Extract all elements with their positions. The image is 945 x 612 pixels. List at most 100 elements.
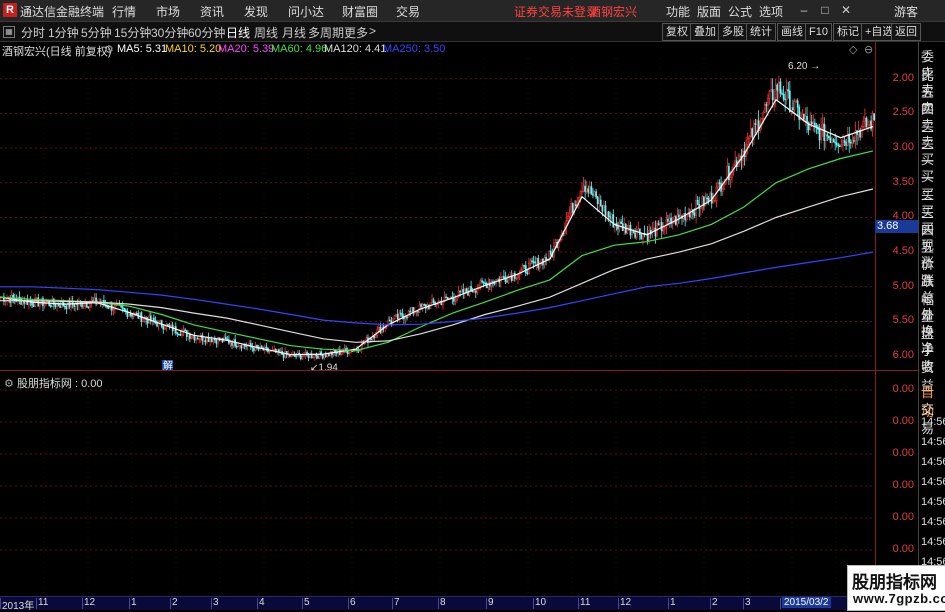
tool-adjust[interactable]: 复权 (662, 23, 692, 41)
pane-divider (0, 370, 918, 371)
period-5min[interactable]: 5分钟 (81, 24, 112, 41)
settings-icon[interactable]: ⚙ (104, 43, 114, 56)
maximize-icon[interactable]: □ (817, 2, 833, 18)
tool-multi-stock[interactable]: 多股 (718, 23, 748, 41)
menu-wealth[interactable]: 财富圈 (342, 3, 378, 20)
menu-news[interactable]: 资讯 (200, 3, 224, 20)
chevron-right-icon[interactable]: > (369, 24, 376, 38)
date-axis-bar[interactable]: 2013年 11 12 1 2 3 4 5 6 7 8 9 10 11 12 1 2 3 2015/03/2 (0, 596, 945, 612)
candle-body (421, 304, 424, 307)
menu-assistant[interactable]: 问小达 (288, 3, 324, 20)
menu-layout[interactable]: 版面 (697, 3, 721, 20)
low-price-label: ↙1.94 (310, 362, 338, 370)
menu-trade[interactable]: 交易 (396, 3, 420, 20)
candle-body (781, 92, 783, 95)
grid-icon[interactable]: ▦ (3, 26, 15, 38)
candle-body (606, 211, 608, 216)
candle-body (706, 197, 708, 200)
date-tick: 2015/03/2 (782, 597, 831, 608)
menu-discover[interactable]: 发现 (244, 3, 268, 20)
period-more[interactable]: 更多 (344, 24, 368, 41)
candle-body (804, 115, 807, 120)
candle-body (313, 354, 316, 358)
candle-body (418, 304, 421, 313)
candle-body (867, 124, 869, 128)
trade-login-status[interactable]: 证券交易未登录 (514, 3, 598, 20)
date-separator (211, 598, 212, 609)
zoom-out-icon[interactable]: ⊖ (864, 43, 873, 56)
candle-body (192, 335, 194, 338)
menu-functions[interactable]: 功能 (666, 3, 690, 20)
period-60min[interactable]: 60分钟 (188, 24, 225, 41)
tool-stats[interactable]: 统计 (746, 23, 776, 41)
close-icon[interactable]: ✕ (838, 2, 854, 18)
period-intraday[interactable]: 分时 (21, 24, 45, 41)
candle-body (420, 304, 422, 307)
period-monthly[interactable]: 月线 (282, 24, 306, 41)
date-separator (257, 598, 258, 609)
candle-body (454, 299, 457, 302)
tool-f10[interactable]: F10 (805, 23, 832, 41)
period-daily[interactable]: 日线 (226, 24, 250, 41)
candle-body (170, 324, 172, 327)
candle-body (295, 355, 297, 358)
date-tick: 11 (38, 597, 49, 608)
candle-body (671, 222, 674, 225)
candle-body (774, 84, 777, 99)
menu-formula[interactable]: 公式 (728, 3, 752, 20)
candle-body (446, 296, 449, 300)
candle-body (317, 356, 319, 359)
candle-body (374, 335, 377, 339)
candle-body (838, 145, 841, 148)
menu-market[interactable]: 市场 (156, 3, 180, 20)
minimize-icon[interactable]: – (796, 2, 812, 18)
candle-body (315, 354, 318, 357)
candle-body (431, 299, 433, 303)
candle-body (231, 342, 233, 346)
period-multi[interactable]: 多周期 (308, 24, 344, 41)
tool-overlay[interactable]: 叠加 (690, 23, 720, 41)
menu-market-quotes[interactable]: 行情 (112, 3, 136, 20)
candle-body (167, 324, 169, 326)
guest-account[interactable]: 游客 (894, 3, 918, 20)
candle-body (417, 311, 419, 313)
candle-body (831, 139, 833, 143)
date-tick: 12 (620, 597, 632, 608)
candle-body (181, 331, 183, 336)
date-separator (36, 598, 37, 609)
period-30min[interactable]: 30分钟 (151, 24, 188, 41)
candle-body (35, 297, 38, 299)
date-tick: 11 (580, 597, 591, 608)
trade-time: 14:56 (921, 496, 945, 508)
candle-body (517, 274, 519, 279)
tool-draw-lines[interactable]: 画线 (777, 23, 807, 41)
unlock-tag-label: 解 (163, 359, 173, 370)
kline-chart[interactable]: 6.20 → ↙1.94 解 (0, 58, 875, 370)
candle-body (406, 316, 408, 319)
candle-body (493, 282, 496, 285)
date-separator (170, 598, 171, 609)
period-15min[interactable]: 15分钟 (114, 24, 151, 41)
diamond-icon[interactable]: ◇ (849, 43, 857, 56)
candle-body (213, 338, 216, 341)
candle-body (818, 128, 821, 141)
date-tick: 10 (535, 597, 547, 608)
candle-body (178, 333, 180, 336)
menu-options[interactable]: 选项 (759, 3, 783, 20)
candle-body (763, 104, 766, 113)
candle-body (123, 307, 126, 311)
candle-body (532, 261, 535, 263)
period-weekly[interactable]: 周线 (254, 24, 278, 41)
candle-body (128, 314, 130, 317)
candle-body (445, 296, 447, 299)
date-separator (129, 598, 130, 609)
date-separator (302, 598, 303, 609)
candle-body (190, 336, 193, 339)
period-1min[interactable]: 1分钟 (48, 24, 79, 41)
candle-body (87, 306, 90, 309)
tool-back[interactable]: 返回 (891, 23, 921, 41)
candle-body (662, 228, 665, 232)
indicator-chart[interactable] (0, 372, 875, 594)
tool-mark[interactable]: 标记 (833, 23, 863, 41)
candle-body (531, 260, 533, 262)
